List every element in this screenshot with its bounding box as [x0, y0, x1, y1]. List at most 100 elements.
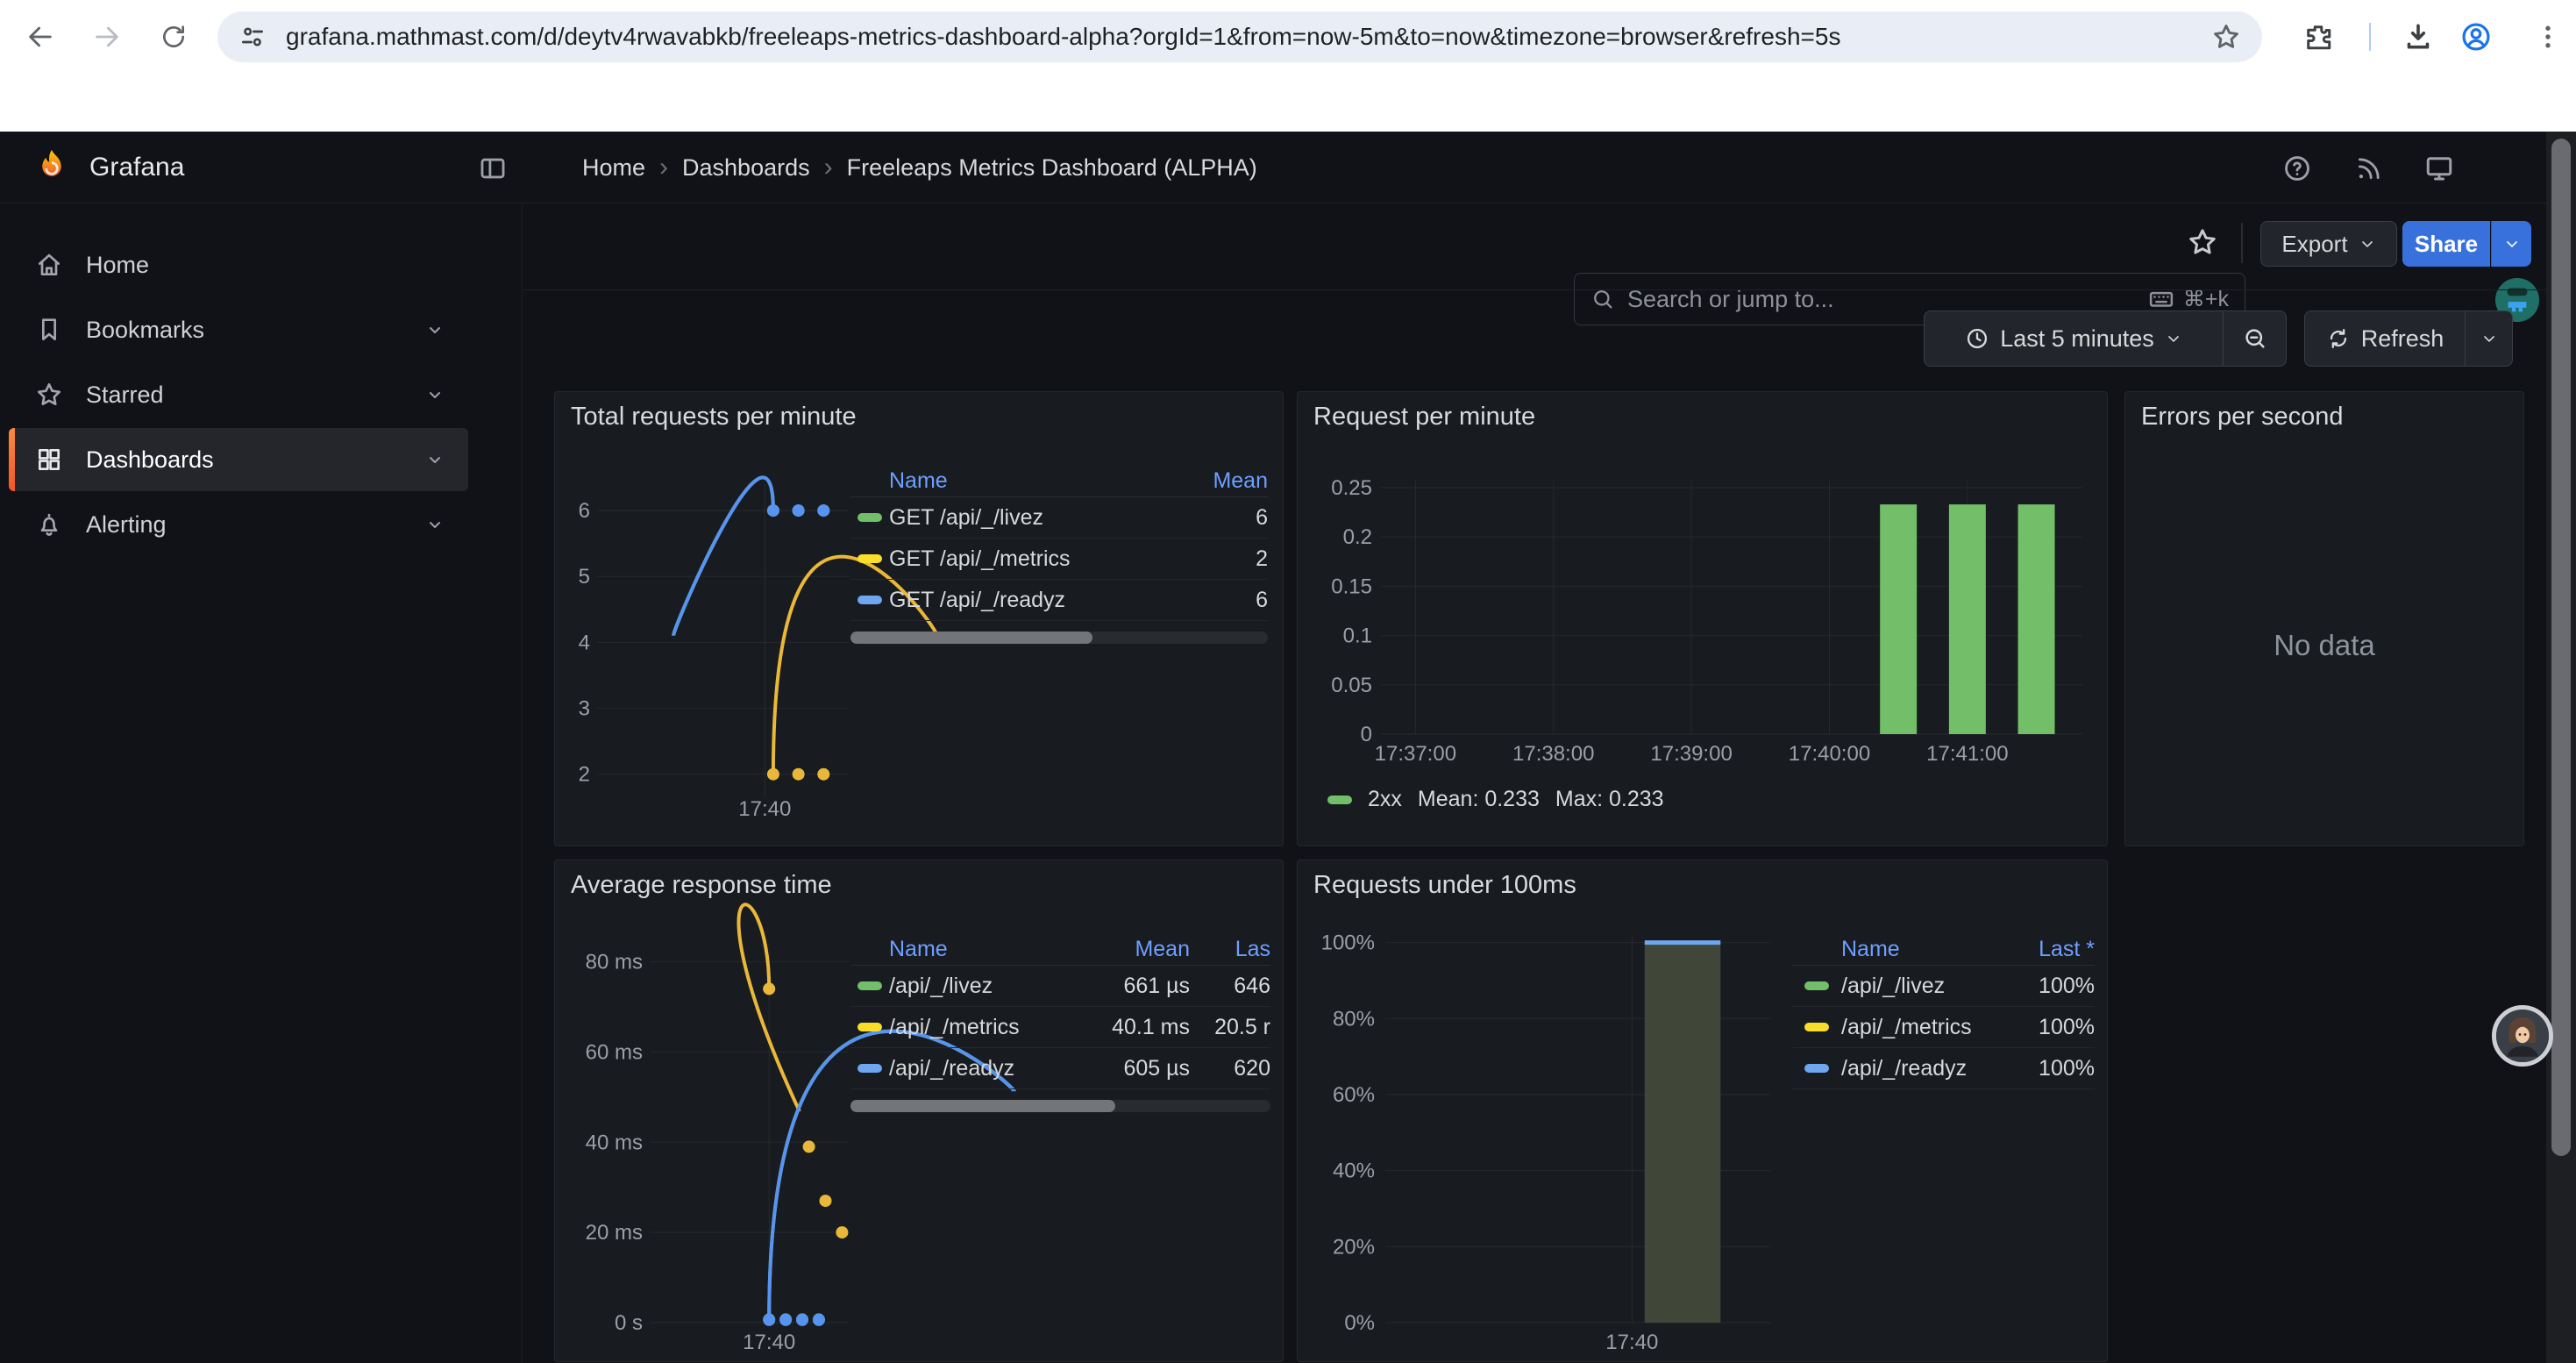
- legend-row[interactable]: /api/_/metrics 100%: [1792, 1007, 2095, 1048]
- bookmark-icon: [35, 316, 63, 344]
- legend-row[interactable]: /api/_/livez 100%: [1792, 966, 2095, 1007]
- series-swatch: [857, 513, 882, 522]
- series-name[interactable]: /api/_/readyz: [889, 1056, 1058, 1081]
- legend-row[interactable]: GET /api/_/livez 6: [850, 497, 1268, 539]
- series-name[interactable]: GET /api/_/readyz: [889, 588, 1194, 613]
- dock-menu-icon[interactable]: [477, 153, 509, 184]
- profile-icon[interactable]: [2457, 18, 2495, 56]
- assistant-avatar-widget[interactable]: [2492, 1005, 2553, 1067]
- downloads-icon[interactable]: [2399, 18, 2437, 56]
- svg-text:40 ms: 40 ms: [586, 1131, 643, 1154]
- share-button[interactable]: Share: [2402, 221, 2490, 267]
- sidebar-item-home[interactable]: Home: [9, 233, 468, 296]
- panel-title[interactable]: Request per minute: [1313, 403, 1535, 432]
- extensions-icon[interactable]: [2299, 18, 2338, 56]
- panel-total-requests: Total requests per minute 6543217:40 Nam…: [554, 391, 1284, 846]
- bell-icon: [35, 510, 63, 539]
- legend-col-last[interactable]: Last *: [2007, 937, 2095, 962]
- forward-icon[interactable]: [88, 18, 126, 56]
- series-name[interactable]: /api/_/livez: [889, 974, 1058, 999]
- grafana-logo[interactable]: [32, 147, 72, 192]
- series-last: 100%: [2007, 1015, 2095, 1040]
- legend-col-mean[interactable]: Mean: [1058, 937, 1190, 962]
- page-scrollbar-thumb[interactable]: [2551, 139, 2571, 1156]
- back-icon[interactable]: [21, 18, 60, 56]
- panel-title[interactable]: Total requests per minute: [571, 403, 857, 432]
- svg-text:20 ms: 20 ms: [586, 1221, 643, 1245]
- svg-text:0.25: 0.25: [1331, 476, 1372, 500]
- legend-row[interactable]: /api/_/readyz 605 µs 620: [850, 1048, 1270, 1089]
- legend-row[interactable]: GET /api/_/metrics 2: [850, 539, 1268, 580]
- svg-text:80 ms: 80 ms: [586, 951, 643, 974]
- breadcrumb-dashboards[interactable]: Dashboards: [682, 154, 810, 182]
- series-name[interactable]: /api/_/readyz: [1841, 1056, 2007, 1081]
- time-range-picker[interactable]: Last 5 minutes: [1925, 311, 2223, 366]
- toolbar-divider: [2369, 23, 2371, 51]
- panel-title[interactable]: Requests under 100ms: [1313, 871, 1576, 900]
- svg-text:17:39:00: 17:39:00: [1650, 742, 1732, 766]
- share-menu-button[interactable]: [2491, 221, 2531, 267]
- series-mean: 6: [1194, 588, 1268, 613]
- export-button[interactable]: Export: [2260, 221, 2397, 267]
- refresh-interval-button[interactable]: [2465, 311, 2512, 366]
- url-bar[interactable]: grafana.mathmast.com/d/deytv4rwavabkb/fr…: [217, 11, 2262, 62]
- menu-kebab-icon[interactable]: [2529, 18, 2567, 56]
- legend-col-last[interactable]: Las: [1190, 937, 1270, 962]
- legend-row[interactable]: /api/_/livez 661 µs 646: [850, 966, 1270, 1007]
- series-name[interactable]: /api/_/livez: [1841, 974, 2007, 999]
- chevron-down-icon[interactable]: [424, 514, 445, 535]
- screen-share-icon[interactable]: [2423, 153, 2455, 184]
- series-name[interactable]: GET /api/_/livez: [889, 505, 1194, 531]
- svg-text:0.1: 0.1: [1343, 624, 1372, 648]
- legend-row[interactable]: GET /api/_/readyz 6: [850, 580, 1268, 621]
- legend-scrollbar-thumb[interactable]: [850, 1100, 1115, 1112]
- panel-title[interactable]: Average response time: [571, 871, 832, 900]
- legend-row[interactable]: /api/_/metrics 40.1 ms 20.5 r: [850, 1007, 1270, 1048]
- chevron-down-icon[interactable]: [424, 384, 445, 405]
- legend-col-name[interactable]: Name: [1841, 937, 2007, 962]
- sidebar-item-starred[interactable]: Starred: [9, 363, 468, 426]
- reload-icon[interactable]: [154, 18, 193, 56]
- series-last: 20.5 r: [1190, 1015, 1270, 1040]
- sidebar-item-label: Starred: [86, 382, 424, 409]
- legend-scrollbar[interactable]: [850, 1100, 1270, 1112]
- legend-col-name[interactable]: Name: [889, 937, 1058, 962]
- series-mean: 661 µs: [1058, 974, 1190, 999]
- help-icon[interactable]: [2281, 153, 2313, 184]
- sidebar-item-dashboards[interactable]: Dashboards: [9, 428, 468, 491]
- legend-col-name[interactable]: Name: [889, 468, 1194, 494]
- toolbar-separator: [523, 289, 2546, 290]
- svg-text:17:41:00: 17:41:00: [1926, 742, 2008, 766]
- browser-toolbar: grafana.mathmast.com/d/deytv4rwavabkb/fr…: [0, 0, 2576, 74]
- panel-title[interactable]: Errors per second: [2141, 403, 2344, 432]
- legend-scrollbar-thumb[interactable]: [850, 632, 1092, 644]
- zoom-out-button[interactable]: [2223, 311, 2286, 366]
- svg-text:17:40: 17:40: [738, 797, 791, 821]
- url-text[interactable]: grafana.mathmast.com/d/deytv4rwavabkb/fr…: [286, 23, 2211, 51]
- legend-table: Name Mean GET /api/_/livez 6 GET /api/_/…: [850, 466, 1268, 644]
- chevron-down-icon[interactable]: [424, 449, 445, 470]
- sidebar-item-label: Home: [86, 252, 468, 279]
- star-icon: [35, 381, 63, 409]
- series-name[interactable]: /api/_/metrics: [1841, 1015, 2007, 1040]
- series-swatch: [1804, 1023, 1829, 1031]
- legend-row[interactable]: /api/_/readyz 100%: [1792, 1048, 2095, 1089]
- site-settings-icon[interactable]: [238, 23, 267, 51]
- legend-col-mean[interactable]: Mean: [1194, 468, 1268, 494]
- legend-inline[interactable]: 2xx Mean: 0.233 Max: 0.233: [1327, 787, 1664, 812]
- series-name[interactable]: GET /api/_/metrics: [889, 546, 1194, 572]
- breadcrumb-home[interactable]: Home: [582, 154, 645, 182]
- series-name[interactable]: /api/_/metrics: [889, 1015, 1058, 1040]
- refresh-button[interactable]: Refresh: [2305, 311, 2465, 366]
- sidebar-item-bookmarks[interactable]: Bookmarks: [9, 298, 468, 361]
- bookmark-star-icon[interactable]: [2211, 22, 2241, 52]
- sidebar-item-alerting[interactable]: Alerting: [9, 493, 468, 556]
- favorite-star-icon[interactable]: [2185, 225, 2220, 260]
- legend-table: Name Mean Las /api/_/livez 661 µs 646 /a…: [850, 934, 1270, 1112]
- sidebar-item-label: Alerting: [86, 511, 424, 539]
- news-rss-icon[interactable]: [2353, 153, 2385, 184]
- brand-name[interactable]: Grafana: [89, 132, 184, 203]
- legend-scrollbar[interactable]: [850, 632, 1268, 644]
- series-name[interactable]: 2xx: [1368, 787, 1402, 812]
- chevron-down-icon[interactable]: [424, 319, 445, 340]
